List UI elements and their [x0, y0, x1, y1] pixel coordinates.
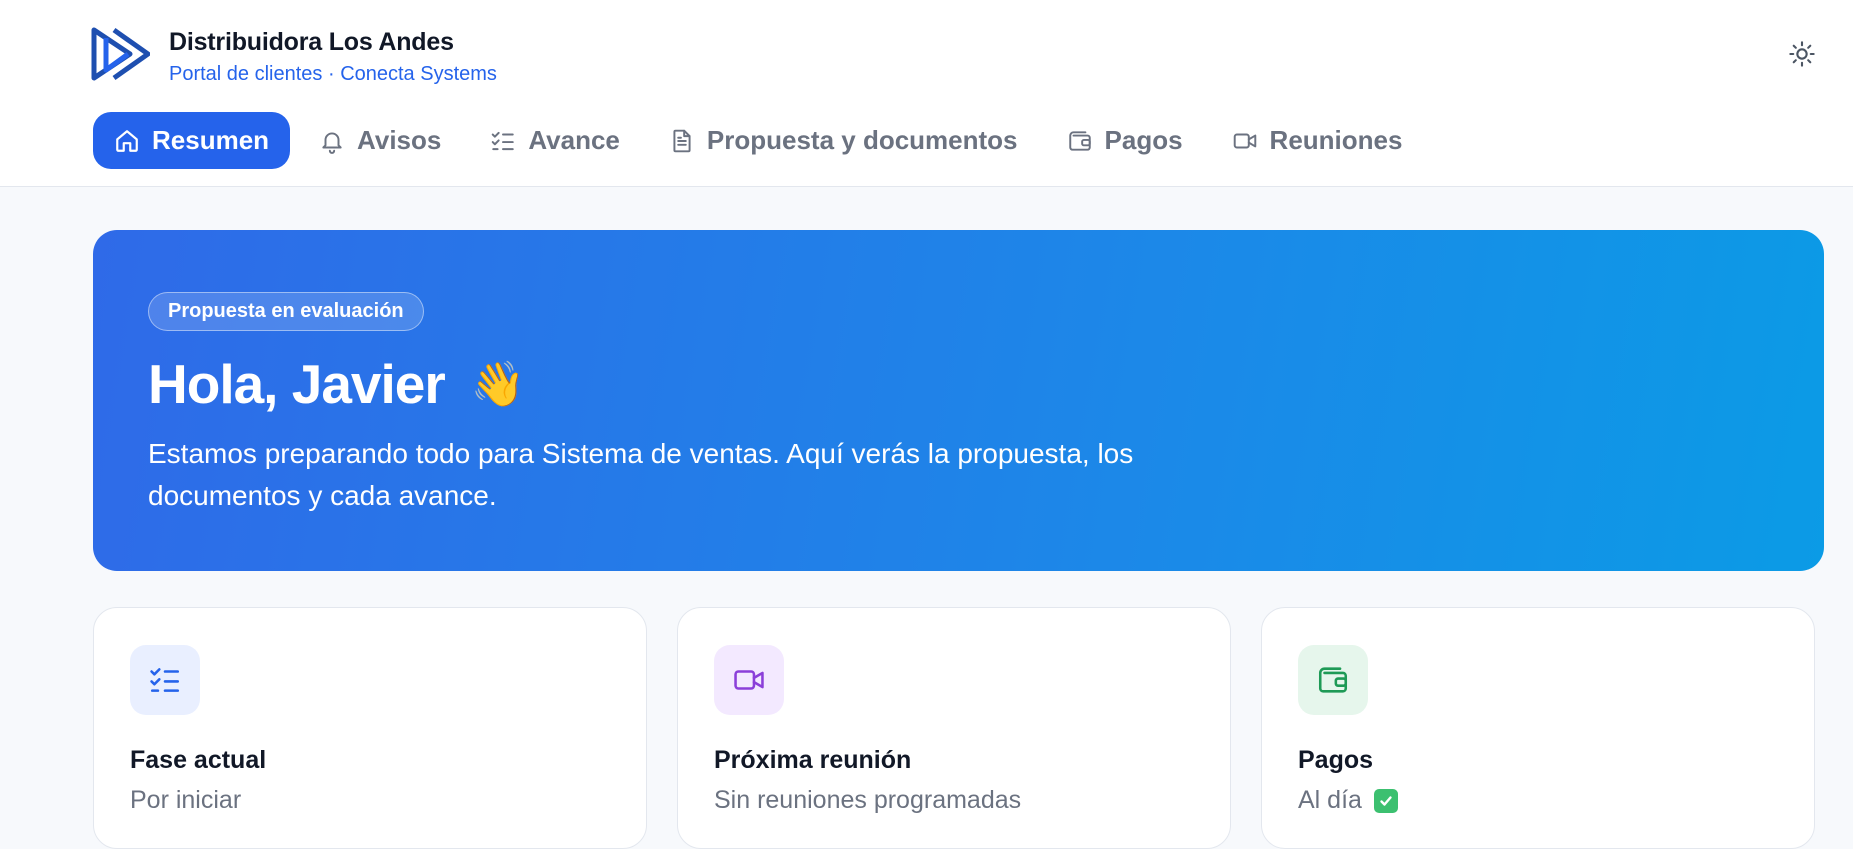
tab-label: Avance [528, 125, 620, 155]
check-box-icon [1373, 788, 1398, 813]
wallet-icon [1318, 667, 1348, 693]
play-logo-icon [91, 27, 150, 81]
card-title: Fase actual [130, 746, 267, 774]
welcome-banner: Propuesta en evaluación Hola, Javier 👋 E… [93, 230, 1824, 571]
card-title: Pagos [1298, 746, 1374, 774]
card-proxima-reunion[interactable]: Próxima reunión Sin reuniones programada… [677, 607, 1231, 849]
tab-propuesta-documentos[interactable]: Propuesta y documentos [649, 112, 1038, 169]
card-value-text: Sin reuniones programadas [714, 786, 1022, 814]
document-icon [673, 129, 691, 152]
tab-label: Resumen [152, 125, 270, 155]
card-value: Por iniciar [130, 786, 241, 815]
video-icon [1233, 133, 1256, 148]
card-pagos[interactable]: Pagos Al día [1261, 607, 1815, 849]
company-name: Distribuidora Los Andes [169, 28, 454, 56]
theme-toggle-button[interactable] [1786, 38, 1818, 70]
checklist-icon [492, 131, 515, 150]
tab-reuniones[interactable]: Reuniones [1212, 112, 1423, 169]
card-icon-box [1298, 645, 1368, 715]
card-icon-box [130, 645, 200, 715]
greeting-text: Hola, Javier [148, 353, 446, 415]
brand[interactable]: Distribuidora Los Andes Portal de client… [90, 24, 497, 86]
card-icon-box [714, 645, 784, 715]
card-value-text: Por iniciar [130, 786, 242, 814]
home-icon [116, 129, 138, 152]
main-nav: Resumen Avisos Avance Propuesta y docume… [93, 112, 1431, 169]
portal-subtitle: Portal de clientes · Conecta Systems [169, 63, 497, 85]
tab-label: Propuesta y documentos [706, 125, 1018, 155]
tab-resumen[interactable]: Resumen [93, 112, 291, 169]
tab-label: Avisos [357, 125, 442, 155]
card-title: Próxima reunión [714, 746, 912, 774]
tab-label: Reuniones [1269, 125, 1403, 155]
tab-avance[interactable]: Avance [470, 112, 640, 169]
checklist-icon [150, 668, 180, 692]
welcome-description: Estamos preparando todo para Sistema de … [148, 438, 1134, 511]
tab-pagos[interactable]: Pagos [1047, 112, 1203, 169]
greeting-heading: Hola, Javier 👋 [148, 352, 526, 416]
card-value: Sin reuniones programadas [714, 786, 1021, 815]
tab-label: Pagos [1104, 125, 1183, 155]
video-icon [734, 670, 764, 690]
wallet-icon [1068, 130, 1091, 151]
tab-avisos[interactable]: Avisos [299, 112, 461, 169]
bell-icon [322, 131, 342, 154]
card-fase-actual[interactable]: Fase actual Por iniciar [93, 607, 647, 849]
top-bar: Distribuidora Los Andes Portal de client… [0, 0, 1853, 187]
card-value: Al día [1298, 786, 1398, 815]
card-value-text: Al día [1298, 786, 1362, 814]
waving-hand-icon: 👋 [470, 360, 526, 409]
status-badge: Propuesta en evaluación [148, 292, 424, 331]
sun-icon [1789, 41, 1815, 67]
